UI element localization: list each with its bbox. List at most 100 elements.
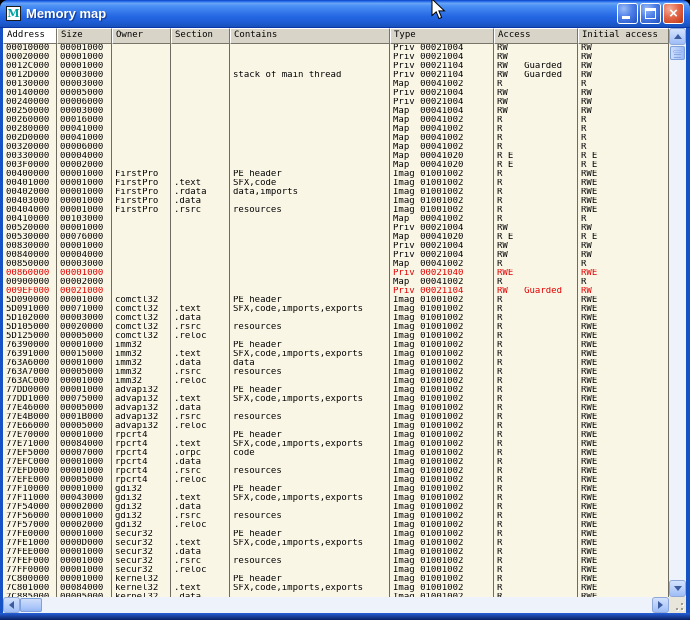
memory-row[interactable]: 009EF000 00021000 Priv 00021104 RW Guard… bbox=[3, 287, 669, 296]
column-header-owner[interactable]: Owner bbox=[112, 28, 171, 44]
title-bar[interactable]: M Memory map × bbox=[0, 0, 690, 28]
memory-row[interactable]: 77F57000 00002000 gdi32 .reloc Imag 0100… bbox=[3, 521, 669, 530]
cell-size: 00001000 bbox=[57, 269, 112, 278]
column-header-address[interactable]: Address bbox=[3, 28, 57, 44]
cell-section: .reloc bbox=[171, 521, 230, 530]
horizontal-scrollbar[interactable] bbox=[3, 597, 669, 613]
memory-row[interactable]: 003F0000 00002000 Map 00041020 R E R E bbox=[3, 161, 669, 170]
memory-row[interactable]: 00900000 00002000 Map 00041002 R R bbox=[3, 278, 669, 287]
memory-row[interactable]: 00404000 00001000 FirstPro .rsrc resourc… bbox=[3, 206, 669, 215]
column-header-access[interactable]: Access bbox=[494, 28, 578, 44]
scroll-left-button[interactable] bbox=[3, 597, 20, 613]
maximize-button[interactable] bbox=[640, 3, 661, 24]
memory-row[interactable]: 0012C000 00001000 Priv 00021104 RW Guard… bbox=[3, 62, 669, 71]
memory-row[interactable]: 00400000 00001000 FirstPro PE header Ima… bbox=[3, 170, 669, 179]
memory-row[interactable]: 00020000 00001000 Priv 00021004 RW RW bbox=[3, 53, 669, 62]
minimize-button[interactable] bbox=[617, 3, 638, 24]
cell-type: Map 00041002 bbox=[390, 125, 494, 134]
memory-row[interactable]: 77F54000 00002000 gdi32 .data Imag 01001… bbox=[3, 503, 669, 512]
memory-row[interactable]: 00250000 00003000 Map 00041004 RW RW bbox=[3, 107, 669, 116]
scroll-down-button[interactable] bbox=[669, 580, 686, 597]
cell-size: 00001000 bbox=[57, 206, 112, 215]
memory-row[interactable]: 77FF0000 00001000 secur32 .reloc Imag 01… bbox=[3, 566, 669, 575]
cell-owner: comctl32 bbox=[112, 332, 171, 341]
memory-row[interactable]: 0012D000 00003000 stack of main thread P… bbox=[3, 71, 669, 80]
memory-row[interactable]: 77DD0000 00001000 advapi32 PE header Ima… bbox=[3, 386, 669, 395]
resize-grip[interactable] bbox=[669, 597, 686, 613]
memory-row[interactable]: 77FE0000 00001000 secur32 PE header Imag… bbox=[3, 530, 669, 539]
cell-owner bbox=[112, 116, 171, 125]
vertical-scrollbar[interactable] bbox=[669, 28, 686, 597]
memory-row[interactable]: 76391000 00015000 imm32 .text SFX,code,i… bbox=[3, 350, 669, 359]
horizontal-scroll-thumb[interactable] bbox=[20, 598, 42, 612]
memory-row[interactable]: 7C801000 00084000 kernel32 .text SFX,cod… bbox=[3, 584, 669, 593]
memory-row[interactable]: 77F11000 00043000 gdi32 .text SFX,code,i… bbox=[3, 494, 669, 503]
memory-row[interactable]: 77E71000 00084000 rpcrt4 .text SFX,code,… bbox=[3, 440, 669, 449]
cell-contains: PE header bbox=[230, 296, 390, 305]
memory-row[interactable]: 00410000 00103000 Map 00041002 R R bbox=[3, 215, 669, 224]
memory-row[interactable]: 77DD1000 00075000 advapi32 .text SFX,cod… bbox=[3, 395, 669, 404]
memory-row[interactable]: 00330000 00004000 Map 00041020 R E R E bbox=[3, 152, 669, 161]
cell-initial-access: R bbox=[578, 116, 669, 125]
memory-row[interactable]: 763AC000 00001000 imm32 .reloc Imag 0100… bbox=[3, 377, 669, 386]
close-button[interactable]: × bbox=[663, 3, 684, 24]
cell-access: R bbox=[494, 206, 578, 215]
cell-address: 77F56000 bbox=[3, 512, 57, 521]
memory-row[interactable]: 77EF5000 00007000 rpcrt4 .orpc code Imag… bbox=[3, 449, 669, 458]
cell-contains: data bbox=[230, 359, 390, 368]
memory-row[interactable]: 77EFD000 00001000 rpcrt4 .rsrc resources… bbox=[3, 467, 669, 476]
memory-row[interactable]: 00530000 00076000 Map 00041020 R E R E bbox=[3, 233, 669, 242]
memory-row[interactable]: 5D102000 00003000 comctl32 .data Imag 01… bbox=[3, 314, 669, 323]
memory-row[interactable]: 77F10000 00001000 gdi32 PE header Imag 0… bbox=[3, 485, 669, 494]
memory-row[interactable]: 00401000 00001000 FirstPro .text SFX,cod… bbox=[3, 179, 669, 188]
column-header-initial-access[interactable]: Initial access bbox=[578, 28, 669, 44]
memory-row[interactable]: 00320000 00006000 Map 00041002 R R bbox=[3, 143, 669, 152]
column-header-size[interactable]: Size bbox=[57, 28, 112, 44]
memory-row[interactable]: 00830000 00001000 Priv 00021004 RW RW bbox=[3, 242, 669, 251]
column-header-contains[interactable]: Contains bbox=[230, 28, 390, 44]
memory-row[interactable]: 00240000 00006000 Priv 00021004 RW RW bbox=[3, 98, 669, 107]
memory-row[interactable]: 5D125000 00005000 comctl32 .reloc Imag 0… bbox=[3, 332, 669, 341]
memory-row[interactable]: 763A7000 00005000 imm32 .rsrc resources … bbox=[3, 368, 669, 377]
memory-row[interactable]: 5D105000 00020000 comctl32 .rsrc resourc… bbox=[3, 323, 669, 332]
memory-row[interactable]: 77E4B000 0001B000 advapi32 .rsrc resourc… bbox=[3, 413, 669, 422]
memory-row[interactable]: 00130000 00003000 Map 00041002 R R bbox=[3, 80, 669, 89]
memory-row[interactable]: 763A6000 00001000 imm32 .data data Imag … bbox=[3, 359, 669, 368]
memory-row[interactable]: 00840000 00004000 Priv 00021004 RW RW bbox=[3, 251, 669, 260]
column-header-type[interactable]: Type bbox=[390, 28, 494, 44]
memory-row[interactable]: 00280000 00041000 Map 00041002 R R bbox=[3, 125, 669, 134]
memory-row[interactable]: 00260000 00016000 Map 00041002 R R bbox=[3, 116, 669, 125]
memory-row[interactable]: 002D0000 00041000 Map 00041002 R R bbox=[3, 134, 669, 143]
scroll-up-button[interactable] bbox=[669, 28, 686, 45]
cell-section: .data bbox=[171, 314, 230, 323]
memory-row[interactable]: 77FE1000 0000D000 secur32 .text SFX,code… bbox=[3, 539, 669, 548]
column-header-section[interactable]: Section bbox=[171, 28, 230, 44]
memory-row[interactable]: 77F56000 00001000 gdi32 .rsrc resources … bbox=[3, 512, 669, 521]
memory-row[interactable]: 77E70000 00001000 rpcrt4 PE header Imag … bbox=[3, 431, 669, 440]
memory-row[interactable]: 7C800000 00001000 kernel32 PE header Ima… bbox=[3, 575, 669, 584]
memory-row[interactable]: 77FEE000 00001000 secur32 .data Imag 010… bbox=[3, 548, 669, 557]
memory-row[interactable]: 5D091000 00071000 comctl32 .text SFX,cod… bbox=[3, 305, 669, 314]
memory-row[interactable]: 77EFE000 00005000 rpcrt4 .reloc Imag 010… bbox=[3, 476, 669, 485]
memory-row[interactable]: 77E46000 00005000 advapi32 .data Imag 01… bbox=[3, 404, 669, 413]
memory-row[interactable]: 00010000 00001000 Priv 00021004 RW RW bbox=[3, 44, 669, 53]
cell-type: Imag 01001002 bbox=[390, 359, 494, 368]
cell-owner: rpcrt4 bbox=[112, 431, 171, 440]
memory-row[interactable]: 00403000 00001000 FirstPro .data Imag 01… bbox=[3, 197, 669, 206]
memory-row[interactable]: 77EFC000 00001000 rpcrt4 .data Imag 0100… bbox=[3, 458, 669, 467]
cell-section bbox=[171, 125, 230, 134]
vertical-scroll-thumb[interactable] bbox=[670, 46, 685, 60]
memory-row[interactable]: 77FEF000 00001000 secur32 .rsrc resource… bbox=[3, 557, 669, 566]
memory-row[interactable]: 00140000 00005000 Priv 00021004 RW RW bbox=[3, 89, 669, 98]
memory-row[interactable]: 00402000 00001000 FirstPro .rdata data,i… bbox=[3, 188, 669, 197]
memory-row[interactable]: 77E66000 00005000 advapi32 .reloc Imag 0… bbox=[3, 422, 669, 431]
cell-initial-access: R bbox=[578, 260, 669, 269]
memory-row[interactable]: 00860000 00001000 Priv 00021040 RWE RWE bbox=[3, 269, 669, 278]
memory-row[interactable]: 00850000 00003000 Map 00041002 R R bbox=[3, 260, 669, 269]
memory-row[interactable]: 5D090000 00001000 comctl32 PE header Ima… bbox=[3, 296, 669, 305]
scroll-right-button[interactable] bbox=[652, 597, 669, 613]
memory-row[interactable]: 76390000 00001000 imm32 PE header Imag 0… bbox=[3, 341, 669, 350]
cell-contains bbox=[230, 332, 390, 341]
cell-type: Priv 00021004 bbox=[390, 98, 494, 107]
memory-row[interactable]: 00520000 00001000 Priv 00021004 RW RW bbox=[3, 224, 669, 233]
